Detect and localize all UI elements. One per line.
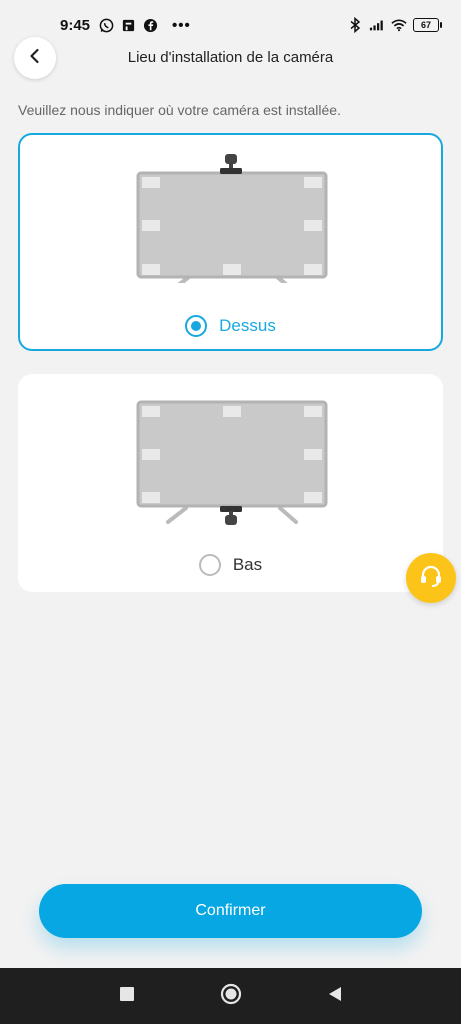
square-icon xyxy=(119,986,134,1006)
circle-icon xyxy=(220,983,242,1010)
option-card-top[interactable]: Dessus xyxy=(18,133,443,351)
whatsapp-icon xyxy=(98,17,114,33)
facebook-icon xyxy=(142,17,158,33)
header: Lieu d'installation de la caméra xyxy=(0,35,461,83)
status-right: 67 xyxy=(347,17,442,33)
radio-bottom-unselected[interactable] xyxy=(198,554,221,576)
option-bottom-row: Bas xyxy=(20,554,441,576)
option-bottom-label: Bas xyxy=(232,555,263,574)
status-left: 9:45 ••• xyxy=(60,17,191,34)
back-nav-button[interactable] xyxy=(322,983,348,1009)
option-card-bottom[interactable]: Bas xyxy=(18,374,443,592)
confirm-button[interactable]: Confirmer xyxy=(39,884,422,938)
wifi-icon xyxy=(391,17,407,33)
tv-camera-bottom-illustration xyxy=(136,400,328,525)
signal-icon xyxy=(369,17,385,33)
system-navigation-bar xyxy=(0,968,461,1024)
instruction-text: Veuillez nous indiquer où votre caméra e… xyxy=(18,102,341,118)
tv-camera-top-illustration xyxy=(136,154,328,283)
more-notifications-indicator: ••• xyxy=(172,16,191,34)
option-top-label: Dessus xyxy=(219,316,276,335)
headset-icon xyxy=(418,563,444,594)
notification-icon xyxy=(120,17,136,33)
recent-apps-button[interactable] xyxy=(114,983,140,1009)
page-title: Lieu d'installation de la caméra xyxy=(127,49,334,66)
radio-top-selected[interactable] xyxy=(185,315,208,337)
triangle-back-icon xyxy=(328,986,342,1007)
bluetooth-icon xyxy=(347,17,363,33)
option-top-row: Dessus xyxy=(20,315,441,337)
home-button[interactable] xyxy=(218,983,244,1009)
battery-icon: 67 xyxy=(413,18,442,32)
customer-support-button[interactable] xyxy=(406,553,456,603)
status-time: 9:45 xyxy=(60,16,91,34)
